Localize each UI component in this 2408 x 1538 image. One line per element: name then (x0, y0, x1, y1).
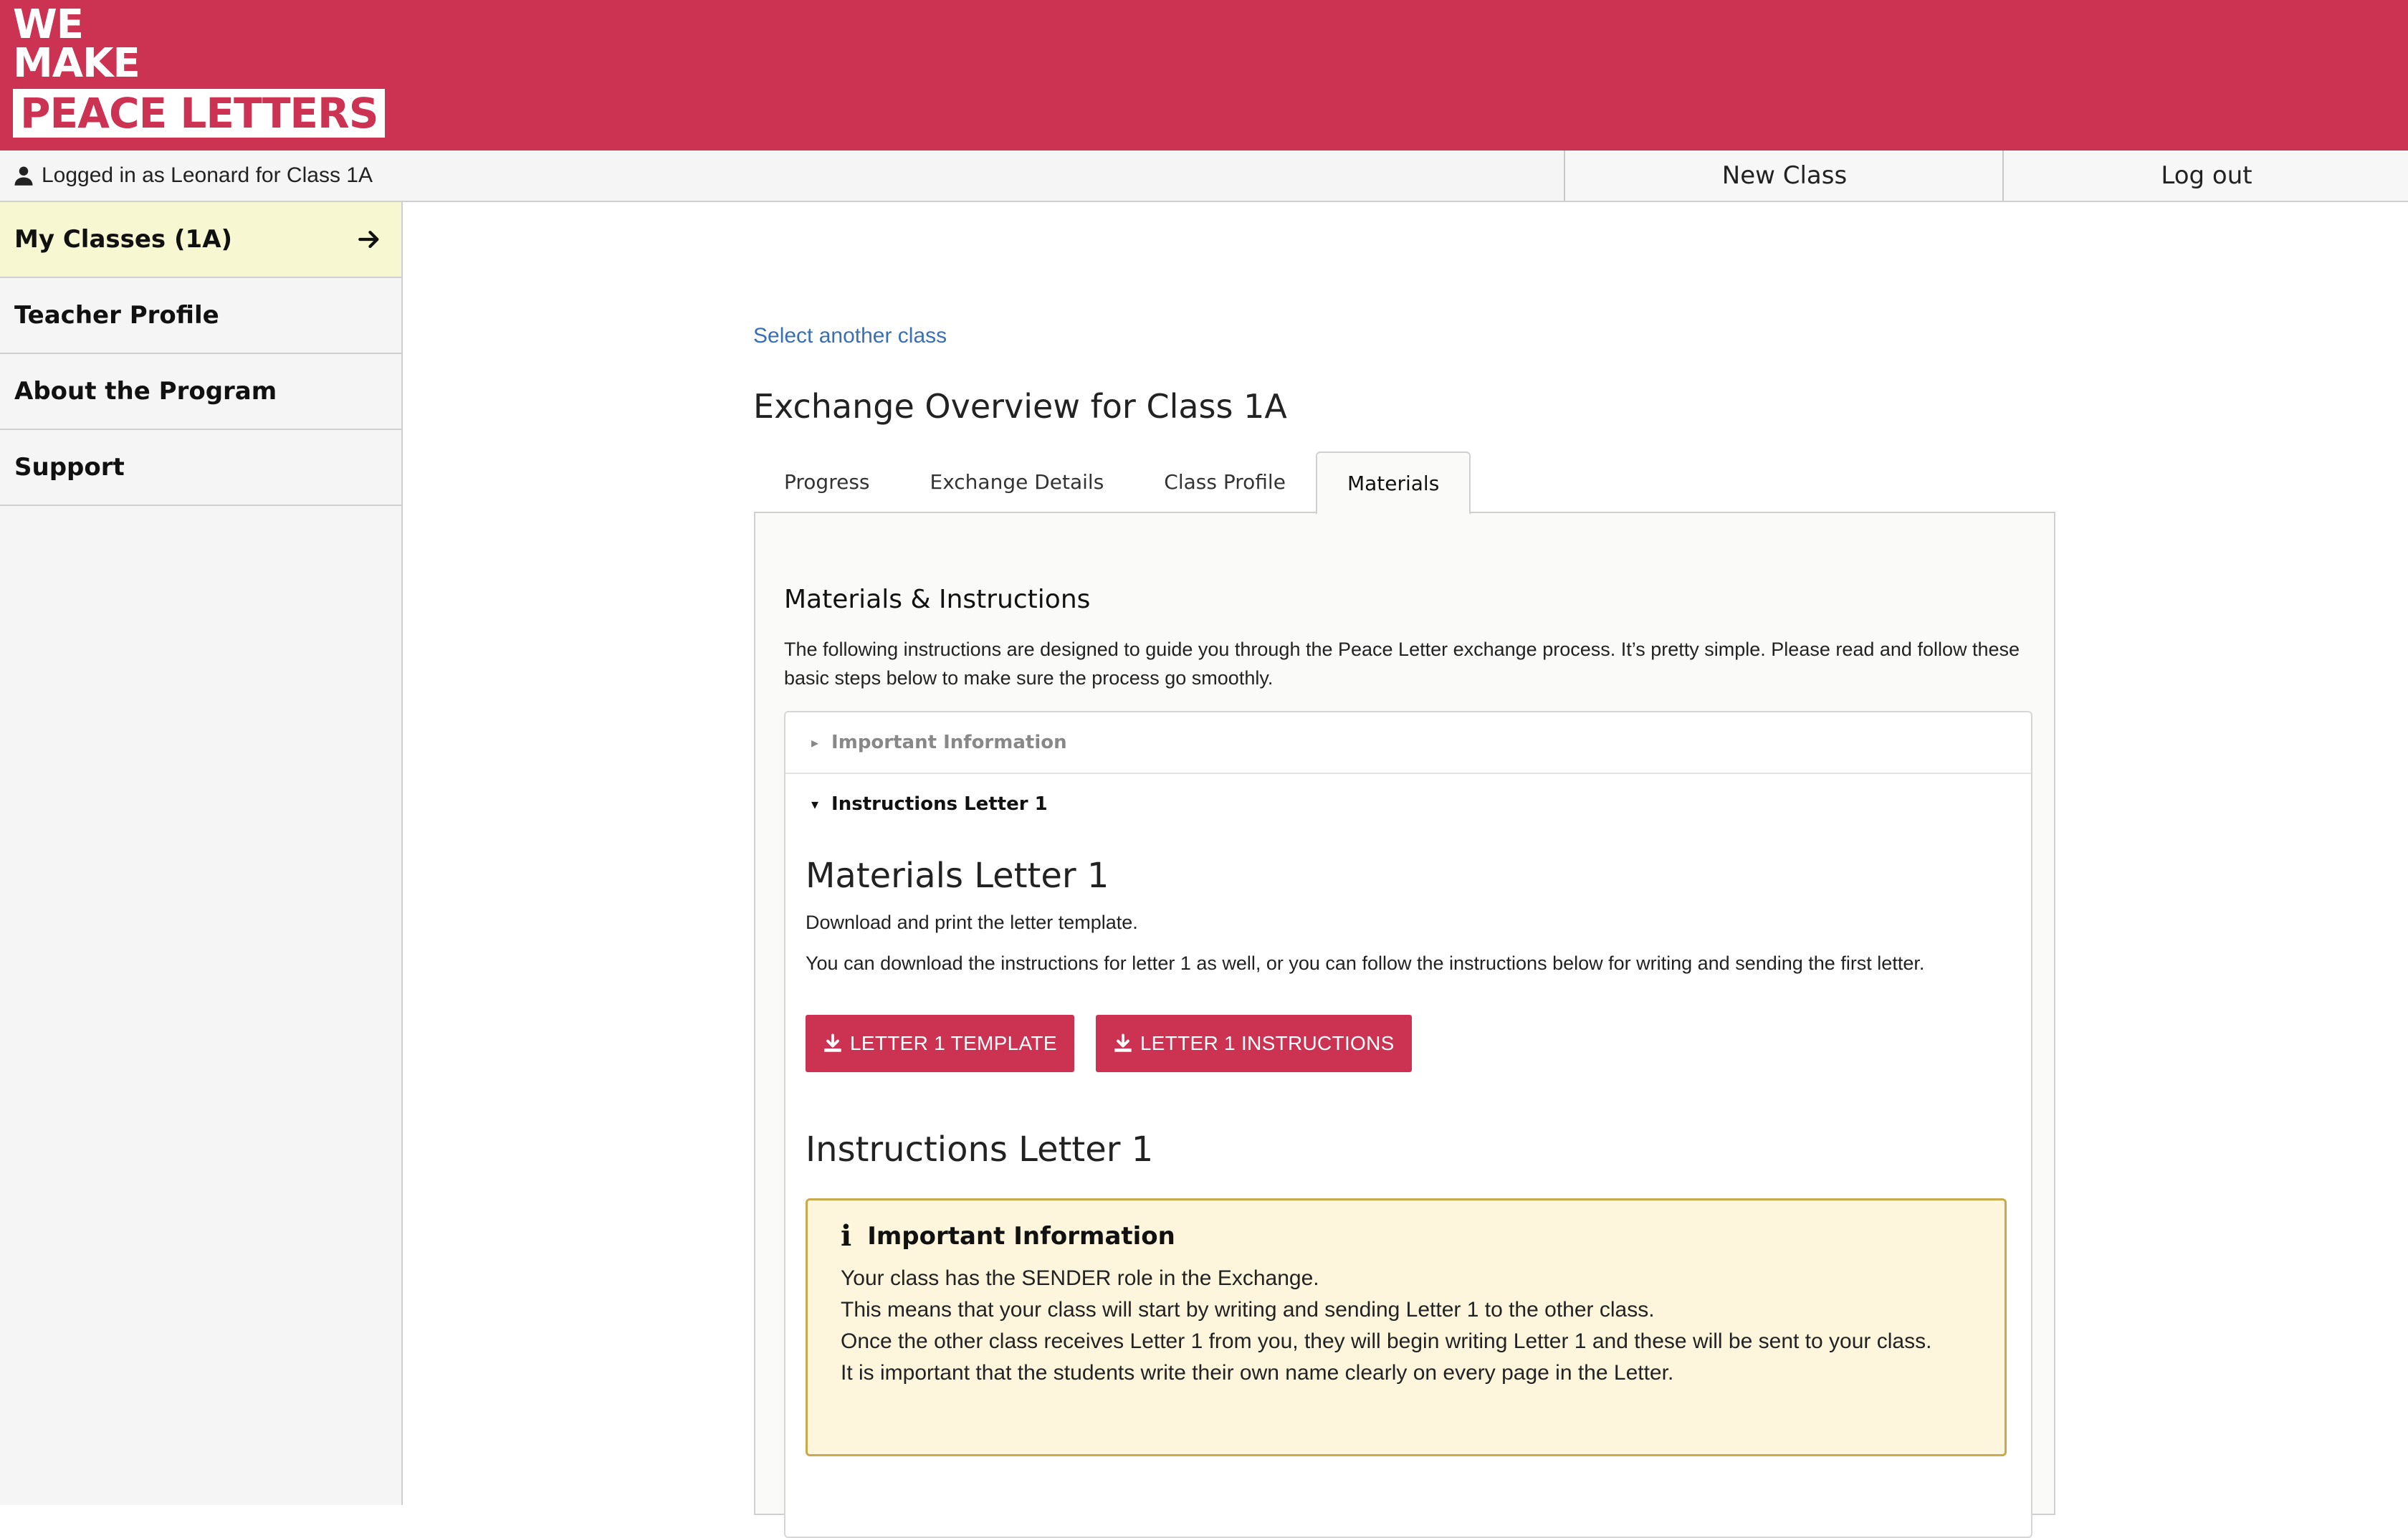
important-info-box: i Important Information Your class has t… (806, 1198, 2007, 1456)
instructions-heading: Instructions Letter 1 (806, 1129, 1154, 1170)
logo-line-1: WE (13, 1, 84, 48)
site-header: WE MAKE PEACE LETTERS (0, 0, 2408, 151)
sidebar-item-label: About the Program (14, 377, 277, 406)
accordion-item-important-info[interactable]: ▸ Important Information (785, 712, 2031, 774)
info-line: Your class has the SENDER role in the Ex… (841, 1266, 1319, 1290)
logout-button[interactable]: Log out (2002, 151, 2408, 201)
info-box-body: Your class has the SENDER role in the Ex… (841, 1263, 1972, 1389)
select-another-class-link[interactable]: Select another class (753, 324, 947, 348)
top-bar: Logged in as Leonard for Class 1A New Cl… (0, 151, 2408, 202)
tab-exchange-details[interactable]: Exchange Details (900, 452, 1134, 512)
sidebar-item-teacher-profile[interactable]: Teacher Profile (0, 278, 401, 354)
caret-right-icon: ▸ (811, 734, 819, 751)
logo-line-2: MAKE (13, 40, 140, 87)
instructions-accordion: ▸ Important Information ▾ Instructions L… (784, 711, 2032, 1538)
materials-heading: Materials Letter 1 (806, 856, 1109, 896)
app-window: WE MAKE PEACE LETTERS Logged in as Leona… (0, 0, 2408, 1538)
instructions-text: You can download the instructions for le… (806, 952, 1925, 974)
button-label: LETTER 1 INSTRUCTIONS (1140, 1032, 1395, 1054)
arrow-right-icon (358, 230, 379, 249)
tab-materials[interactable]: Materials (1315, 452, 1471, 515)
materials-panel: Materials & Instructions The following i… (754, 512, 2055, 1538)
intro-text: The following instructions are designed … (784, 639, 2020, 689)
accordion-label: Instructions Letter 1 (831, 793, 1048, 815)
tab-class-profile[interactable]: Class Profile (1134, 452, 1316, 512)
sidebar-item-label: My Classes (1A) (14, 225, 233, 254)
info-line: It is important that the students write … (841, 1361, 1674, 1385)
tab-progress[interactable]: Progress (754, 452, 900, 512)
sidebar-item-my-classes[interactable]: My Classes (1A) (0, 202, 401, 278)
sidebar-item-label: Teacher Profile (14, 301, 219, 330)
logged-in-status: Logged in as Leonard for Class 1A (13, 151, 373, 201)
letter-1-template-button[interactable]: LETTER 1 TEMPLATE (806, 1015, 1074, 1072)
logged-in-text: Logged in as Leonard for Class 1A (42, 163, 373, 187)
download-buttons: LETTER 1 TEMPLATE LETTER 1 INSTRUCTIONS (806, 1015, 2011, 1072)
info-line: Once the other class receives Letter 1 f… (841, 1329, 1932, 1353)
info-line: This means that your class will start by… (841, 1298, 1655, 1322)
sidebar-item-label: Support (14, 453, 125, 482)
download-icon (1114, 1033, 1132, 1052)
brand-logo[interactable]: WE MAKE PEACE LETTERS (13, 1, 386, 138)
accordion-label: Important Information (831, 732, 1067, 753)
sidebar-item-support[interactable]: Support (0, 430, 401, 506)
new-class-button[interactable]: New Class (1564, 151, 2004, 201)
download-icon (824, 1033, 841, 1052)
sidebar: My Classes (1A) Teacher Profile About th… (0, 202, 403, 1505)
download-text: Download and print the letter template. (806, 912, 1138, 933)
letter-1-instructions-button[interactable]: LETTER 1 INSTRUCTIONS (1095, 1015, 1412, 1072)
info-icon: i (841, 1219, 852, 1253)
section-title: Materials & Instructions (784, 585, 1091, 614)
sidebar-item-about-program[interactable]: About the Program (0, 354, 401, 430)
user-icon (14, 166, 33, 186)
accordion-content: Materials Letter 1 Download and print th… (785, 856, 2031, 1456)
accordion-item-instructions-letter-1[interactable]: ▾ Instructions Letter 1 (785, 774, 2031, 834)
info-box-title: i Important Information (841, 1219, 1972, 1253)
logo-line-3: PEACE LETTERS (13, 89, 386, 138)
caret-down-icon: ▾ (811, 796, 819, 813)
tab-bar: Progress Exchange Details Class Profile … (754, 452, 1471, 515)
button-label: LETTER 1 TEMPLATE (850, 1032, 1057, 1054)
page-title: Exchange Overview for Class 1A (753, 387, 1287, 426)
info-title-text: Important Information (867, 1221, 1175, 1251)
